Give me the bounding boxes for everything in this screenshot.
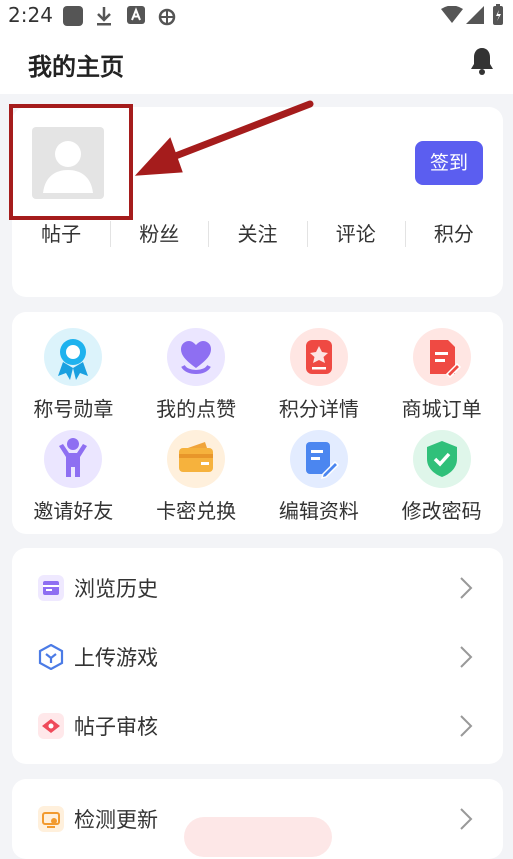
status-bar: 2:24 [0, 0, 513, 30]
upload-icon [38, 644, 64, 670]
app-notification-icon [63, 6, 83, 26]
history-icon [38, 575, 64, 601]
floating-toast [184, 817, 332, 857]
bell-icon[interactable] [469, 46, 495, 76]
grid-item-orders[interactable]: 商城订单 [380, 324, 503, 422]
grid-item-change-password[interactable]: 修改密码 [380, 426, 503, 524]
shield-icon [412, 430, 471, 488]
menu-item-post-review[interactable]: 帖子审核 [12, 696, 503, 756]
grid-label: 称号勋章 [33, 397, 114, 421]
feature-grid-card: 称号勋章 我的点赞 积分详情 商城订单 邀请好友 卡密兑换 编辑资料 修改密码 [12, 312, 503, 534]
review-icon [38, 713, 64, 739]
app-bar: 我的主页 [0, 30, 513, 94]
points-icon [289, 328, 348, 386]
menu-label: 检测更新 [74, 808, 158, 832]
grid-label: 商城订单 [401, 397, 482, 421]
feature-grid: 称号勋章 我的点赞 积分详情 商城订单 邀请好友 卡密兑换 编辑资料 修改密码 [12, 324, 503, 524]
grid-item-points-detail[interactable]: 积分详情 [258, 324, 381, 422]
stats-bar: 帖子 粉丝 关注 评论 积分 [12, 217, 503, 251]
chevron-right-icon [460, 646, 473, 668]
menu-card-2: 检测更新 [12, 779, 503, 859]
grid-label: 邀请好友 [33, 499, 114, 523]
bug-icon [158, 8, 176, 26]
grid-label: 积分详情 [278, 397, 359, 421]
menu-item-history[interactable]: 浏览历史 [12, 558, 503, 618]
menu-label: 上传游戏 [74, 646, 158, 670]
stat-following[interactable]: 关注 [208, 217, 306, 251]
grid-item-invite[interactable]: 邀请好友 [12, 426, 135, 524]
card-icon [167, 430, 226, 488]
stat-comments[interactable]: 评论 [306, 217, 405, 251]
grid-item-edit-profile[interactable]: 编辑资料 [258, 426, 381, 524]
page-title: 我的主页 [28, 53, 124, 81]
chevron-right-icon [460, 715, 473, 737]
signin-button[interactable]: 签到 [415, 141, 483, 185]
grid-item-medals[interactable]: 称号勋章 [12, 324, 135, 422]
annotation-arrow-icon [134, 100, 314, 176]
menu-label: 帖子审核 [74, 715, 158, 739]
medal-icon [44, 328, 103, 386]
chevron-right-icon [460, 577, 473, 599]
wifi-icon [441, 6, 463, 23]
edit-icon [289, 430, 348, 488]
grid-item-card-redeem[interactable]: 卡密兑换 [135, 426, 258, 524]
download-icon [97, 7, 111, 26]
signal-icon [466, 6, 484, 24]
battery-icon [493, 4, 503, 25]
heart-icon [167, 328, 226, 386]
grid-label: 卡密兑换 [156, 499, 237, 523]
order-icon [412, 328, 471, 386]
invite-icon [44, 430, 103, 488]
grid-label: 我的点赞 [156, 397, 237, 421]
annotation-highlight-box [9, 104, 133, 220]
stat-points[interactable]: 积分 [404, 217, 503, 251]
menu-label: 浏览历史 [74, 577, 158, 601]
status-time: 2:24 [8, 3, 53, 27]
menu-card: 浏览历史 上传游戏 帖子审核 [12, 548, 503, 764]
chevron-right-icon [460, 808, 473, 830]
grid-item-likes[interactable]: 我的点赞 [135, 324, 258, 422]
update-icon [38, 806, 64, 832]
keyboard-a-icon [127, 6, 145, 24]
menu-item-upload-game[interactable]: 上传游戏 [12, 627, 503, 687]
grid-label: 修改密码 [401, 499, 482, 523]
grid-label: 编辑资料 [278, 499, 359, 523]
stat-posts[interactable]: 帖子 [12, 217, 110, 251]
stat-fans[interactable]: 粉丝 [110, 217, 208, 251]
